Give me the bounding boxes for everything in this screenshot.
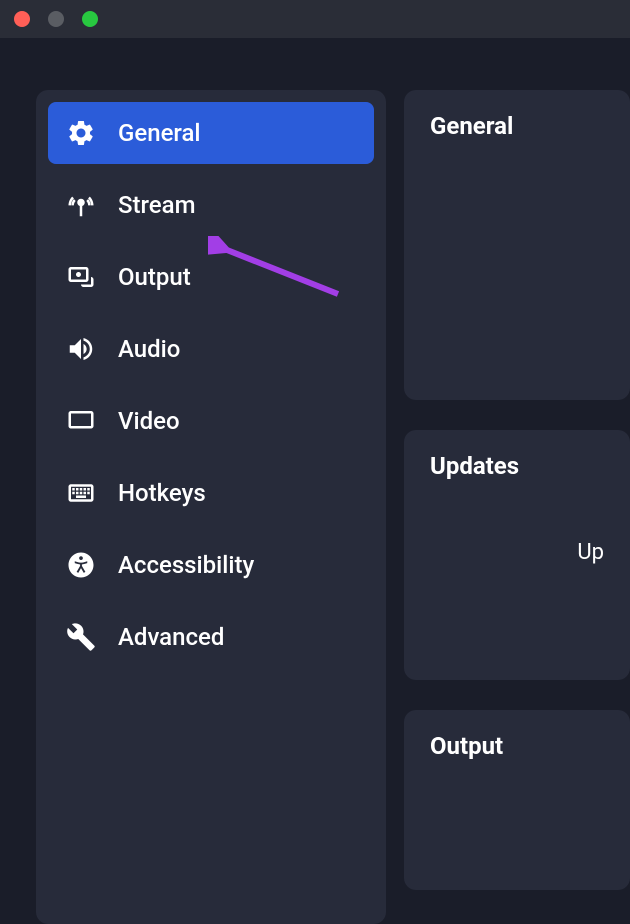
panel-updates-body: Up xyxy=(430,540,604,565)
sidebar-item-output[interactable]: Output xyxy=(48,246,374,308)
sidebar-label-stream: Stream xyxy=(118,191,195,219)
sidebar-item-accessibility[interactable]: Accessibility xyxy=(48,534,374,596)
sidebar-label-output: Output xyxy=(118,263,191,291)
panel-general-title: General xyxy=(430,112,604,140)
tools-icon xyxy=(66,622,96,652)
sidebar-item-stream[interactable]: Stream xyxy=(48,174,374,236)
sidebar-item-hotkeys[interactable]: Hotkeys xyxy=(48,462,374,524)
display-icon xyxy=(66,406,96,436)
sidebar-label-video: Video xyxy=(118,407,180,435)
panel-general: General xyxy=(404,90,630,400)
output-icon xyxy=(66,262,96,292)
settings-sidebar: General Stream Output Audio Video xyxy=(36,90,386,924)
sidebar-item-video[interactable]: Video xyxy=(48,390,374,452)
sidebar-label-advanced: Advanced xyxy=(118,623,224,651)
maximize-window-button[interactable] xyxy=(82,11,98,27)
close-window-button[interactable] xyxy=(14,11,30,27)
antenna-icon xyxy=(66,190,96,220)
sidebar-item-audio[interactable]: Audio xyxy=(48,318,374,380)
minimize-window-button[interactable] xyxy=(48,11,64,27)
settings-panels: General Updates Up Output xyxy=(404,90,630,924)
content-area: General Stream Output Audio Video xyxy=(0,38,630,924)
panel-output-title: Output xyxy=(430,732,604,760)
speaker-icon xyxy=(66,334,96,364)
panel-updates-title: Updates xyxy=(430,452,604,480)
sidebar-item-advanced[interactable]: Advanced xyxy=(48,606,374,668)
keyboard-icon xyxy=(66,478,96,508)
panel-output: Output xyxy=(404,710,630,890)
gear-icon xyxy=(66,118,96,148)
sidebar-item-general[interactable]: General xyxy=(48,102,374,164)
panel-updates: Updates Up xyxy=(404,430,630,680)
titlebar xyxy=(0,0,630,38)
sidebar-label-hotkeys: Hotkeys xyxy=(118,479,206,507)
sidebar-label-audio: Audio xyxy=(118,335,180,363)
accessibility-icon xyxy=(66,550,96,580)
sidebar-label-general: General xyxy=(118,119,201,147)
sidebar-label-accessibility: Accessibility xyxy=(118,551,254,579)
